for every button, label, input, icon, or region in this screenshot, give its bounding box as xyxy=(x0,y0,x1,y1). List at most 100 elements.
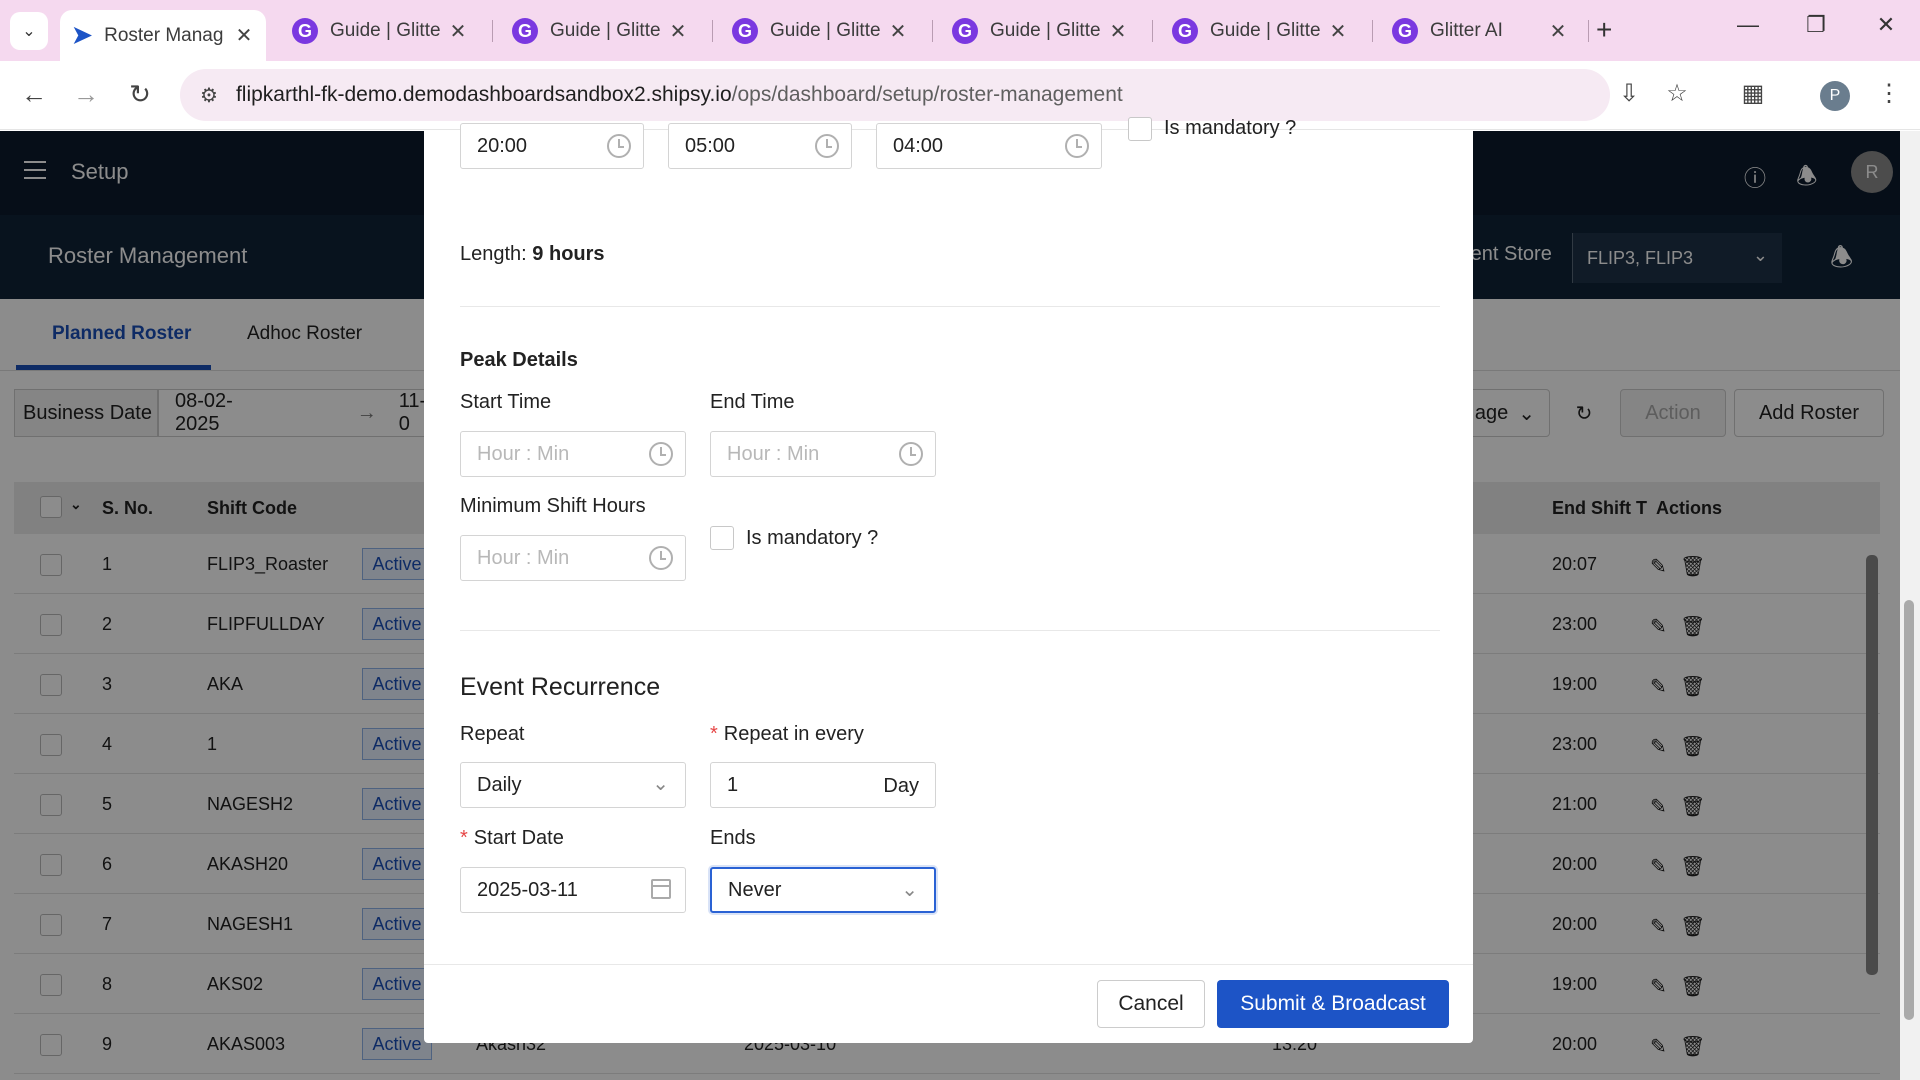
tab-separator xyxy=(1372,20,1373,42)
shift-start-time-input[interactable]: 20:00 xyxy=(460,123,644,169)
ends-label: Ends xyxy=(710,827,756,849)
repeat-value: Daily xyxy=(477,773,522,796)
clock-icon xyxy=(1065,134,1089,158)
length-text: Length: 9 hours xyxy=(460,243,605,265)
minimize-button[interactable]: — xyxy=(1728,12,1768,38)
close-icon[interactable]: ✕ xyxy=(1548,19,1568,44)
placeholder-text: Hour : Min xyxy=(727,442,820,465)
start-date-input[interactable]: 2025-03-11 xyxy=(460,867,686,913)
divider xyxy=(460,306,1440,307)
tab-separator xyxy=(932,20,933,42)
plus-icon: + xyxy=(1596,14,1613,45)
placeholder-text: Hour : Min xyxy=(477,442,570,465)
shift-start-time-value: 20:00 xyxy=(477,134,528,157)
tab-separator xyxy=(712,20,713,42)
close-icon[interactable]: ✕ xyxy=(234,23,254,48)
peak-mandatory-label: Is mandatory ? xyxy=(746,527,879,549)
repeat-every-value: 1 xyxy=(727,773,739,796)
repeat-unit: Day xyxy=(883,775,919,797)
start-date-value: 2025-03-11 xyxy=(477,878,578,901)
repeat-label: Repeat xyxy=(460,723,525,745)
peak-mandatory-checkbox[interactable] xyxy=(710,526,734,550)
close-icon[interactable]: ✕ xyxy=(1108,19,1128,44)
peak-details-title: Peak Details xyxy=(460,349,578,371)
ends-value: Never xyxy=(728,878,782,901)
browser-tab-guide-3[interactable]: G Guide | Glitter ✕ xyxy=(720,10,920,52)
minimize-icon: — xyxy=(1737,12,1759,37)
page-scrollbar-thumb[interactable] xyxy=(1904,600,1914,1020)
browser-tab-guide-5[interactable]: G Guide | Glitter ✕ xyxy=(1160,10,1360,52)
peak-start-time-input[interactable]: Hour : Min xyxy=(460,431,686,477)
top-mandatory-checkbox[interactable] xyxy=(1128,117,1152,141)
new-tab-button[interactable]: + xyxy=(1596,14,1612,46)
shift-end-time-input[interactable]: 05:00 xyxy=(668,123,852,169)
close-icon[interactable]: ✕ xyxy=(448,19,468,44)
close-window-button[interactable]: ✕ xyxy=(1866,12,1906,38)
close-icon[interactable]: ✕ xyxy=(888,19,908,44)
placeholder-text: Hour : Min xyxy=(477,546,570,569)
address-bar: ← → ↻ ⚙ flipkarthl-fk-demo.demodashboard… xyxy=(0,61,1920,130)
url-text: flipkarthl-fk-demo.demodashboardsandbox2… xyxy=(235,83,1123,106)
restore-button[interactable]: ❐ xyxy=(1796,12,1836,38)
footer-divider xyxy=(424,964,1473,965)
reload-button[interactable]: ↻ xyxy=(122,79,158,110)
repeat-select[interactable]: Daily ⌄ xyxy=(460,762,686,808)
submit-broadcast-button[interactable]: Submit & Broadcast xyxy=(1217,980,1449,1028)
min-shift-hours-input[interactable]: Hour : Min xyxy=(460,535,686,581)
browser-tab-roster[interactable]: ➤ Roster Manag ✕ xyxy=(60,10,266,61)
tab-separator xyxy=(1588,20,1589,42)
bookmark-star-icon[interactable]: ☆ xyxy=(1660,79,1694,108)
ends-select[interactable]: Never ⌄ xyxy=(710,867,936,913)
required-asterisk: * xyxy=(460,827,468,849)
tab-title: Guide | Glitter xyxy=(330,20,440,41)
add-roster-modal: 20:00 05:00 04:00 Is mandatory ? Length:… xyxy=(424,117,1473,1043)
tab-title: Roster Manag xyxy=(104,24,224,46)
install-app-icon[interactable]: ⇩ xyxy=(1612,79,1646,108)
tab-title: Glitter AI xyxy=(1430,20,1503,41)
clock-icon xyxy=(649,442,673,466)
repeat-every-input[interactable]: 1 Day xyxy=(710,762,936,808)
close-icon[interactable]: ✕ xyxy=(1328,19,1348,44)
extensions-icon[interactable]: ▦ xyxy=(1736,79,1770,108)
forward-button[interactable]: → xyxy=(68,79,104,110)
cancel-button[interactable]: Cancel xyxy=(1097,980,1205,1028)
shift-end-time-value: 05:00 xyxy=(685,134,736,157)
restore-icon: ❐ xyxy=(1806,12,1826,37)
browser-tab-glitter-ai[interactable]: G Glitter AI ✕ xyxy=(1380,10,1580,52)
profile-avatar[interactable]: P xyxy=(1820,81,1850,111)
peak-end-time-input[interactable]: Hour : Min xyxy=(710,431,936,477)
clock-icon xyxy=(649,546,673,570)
top-mandatory-label: Is mandatory ? xyxy=(1164,117,1297,139)
url-input[interactable]: ⚙ flipkarthl-fk-demo.demodashboardsandbo… xyxy=(180,69,1610,121)
clock-icon xyxy=(815,134,839,158)
arrow-right-icon: → xyxy=(73,79,99,109)
required-asterisk: * xyxy=(710,723,718,745)
glitter-icon: G xyxy=(732,18,758,44)
divider xyxy=(460,630,1440,631)
site-settings-icon[interactable]: ⚙ xyxy=(200,83,218,108)
glitter-icon: G xyxy=(512,18,538,44)
browser-tab-guide-2[interactable]: G Guide | Glitter ✕ xyxy=(500,10,700,52)
more-menu-icon[interactable]: ⋮ xyxy=(1872,79,1906,108)
close-icon[interactable]: ✕ xyxy=(668,19,688,44)
tab-separator xyxy=(492,20,493,42)
tab-search-button[interactable]: ⌄ xyxy=(10,12,48,50)
peak-start-label: Start Time xyxy=(460,391,552,413)
browser-tab-bar: ⌄ ➤ Roster Manag ✕ G Guide | Glitter ✕ G… xyxy=(0,0,1920,61)
tab-title: Guide | Glitter xyxy=(1210,20,1320,41)
browser-tab-guide-1[interactable]: G Guide | Glitter ✕ xyxy=(280,10,480,52)
repeat-every-label: * Repeat in every xyxy=(710,723,864,745)
tab-separator xyxy=(1152,20,1153,42)
back-button[interactable]: ← xyxy=(16,79,52,110)
reload-icon: ↻ xyxy=(129,79,151,109)
glitter-icon: G xyxy=(952,18,978,44)
glitter-icon: G xyxy=(292,18,318,44)
shift-min-hours-value: 04:00 xyxy=(893,134,944,157)
browser-tab-guide-4[interactable]: G Guide | Glitter ✕ xyxy=(940,10,1140,52)
start-date-label: * Start Date xyxy=(460,827,564,849)
shift-min-hours-input[interactable]: 04:00 xyxy=(876,123,1102,169)
min-shift-hours-label: Minimum Shift Hours xyxy=(460,495,646,517)
close-icon: ✕ xyxy=(1876,12,1896,37)
chevron-down-icon: ⌄ xyxy=(22,23,36,40)
shipsy-icon: ➤ xyxy=(72,22,93,49)
